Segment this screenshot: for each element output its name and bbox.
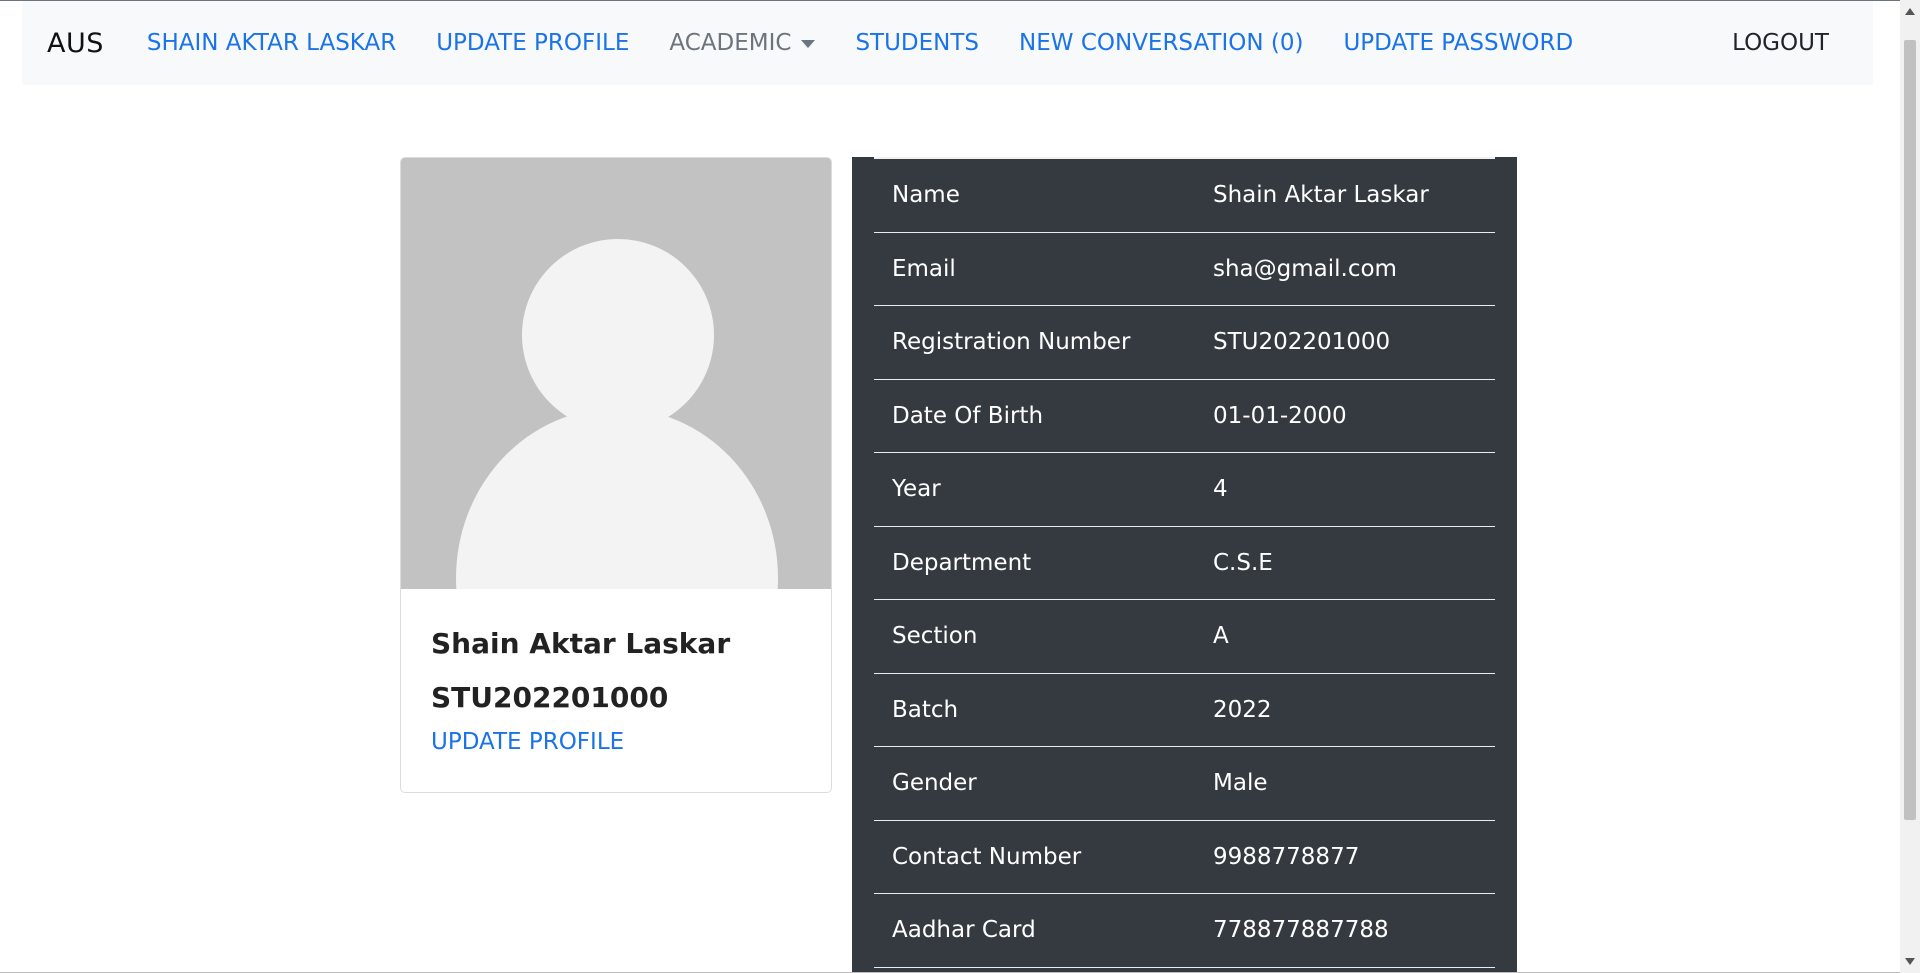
nav-link-profile-name[interactable]: SHAIN AKTAR LASKAR <box>127 30 416 56</box>
avatar-head-shape <box>522 239 714 431</box>
nav-link-new-conversation[interactable]: NEW CONVERSATION (0) <box>999 30 1323 56</box>
detail-label: Date Of Birth <box>892 402 1044 429</box>
detail-label: Registration Number <box>892 329 1131 356</box>
detail-value: 01-01-2000 <box>1213 402 1347 429</box>
detail-label: Section <box>892 623 978 650</box>
caret-down-icon <box>801 40 816 48</box>
nav-link-update-profile[interactable]: UPDATE PROFILE <box>416 30 649 56</box>
nav-dropdown-academic[interactable]: ACADEMIC <box>649 30 835 56</box>
detail-value: A <box>1213 623 1229 650</box>
brand-logo[interactable]: AUS <box>47 28 104 59</box>
table-row: Gender Male <box>874 747 1495 821</box>
detail-label: Gender <box>892 770 977 797</box>
detail-label: Department <box>892 549 1032 576</box>
detail-value: sha@gmail.com <box>1213 255 1397 282</box>
detail-value: 4 <box>1213 476 1228 503</box>
table-row: Section A <box>874 600 1495 674</box>
profile-name: Shain Aktar Laskar <box>431 627 731 660</box>
detail-label: Contact Number <box>892 843 1082 870</box>
detail-value: C.S.E <box>1213 549 1273 576</box>
detail-label: Aadhar Card <box>892 917 1036 944</box>
scroll-up-arrow-icon[interactable] <box>1905 8 1915 15</box>
detail-value: 9988778877 <box>1213 843 1360 870</box>
update-profile-link[interactable]: UPDATE PROFILE <box>431 729 624 755</box>
detail-label: Name <box>892 182 960 209</box>
detail-value: Male <box>1213 770 1268 797</box>
profile-card-body: Shain Aktar Laskar STU202201000 UPDATE P… <box>401 589 831 755</box>
detail-value: 2022 <box>1213 696 1272 723</box>
vertical-scrollbar[interactable] <box>1900 0 1920 973</box>
logout-link[interactable]: LOGOUT <box>1732 30 1829 56</box>
table-row: Name Shain Aktar Laskar <box>874 159 1495 233</box>
top-navbar: AUS SHAIN AKTAR LASKAR UPDATE PROFILE AC… <box>22 1 1873 85</box>
table-row: Date Of Birth 01-01-2000 <box>874 380 1495 453</box>
nav-link-update-password[interactable]: UPDATE PASSWORD <box>1323 30 1593 56</box>
nav-dropdown-academic-label: ACADEMIC <box>669 30 792 56</box>
table-row: Batch 2022 <box>874 674 1495 747</box>
table-row: Email sha@gmail.com <box>874 233 1495 306</box>
detail-value: 778877887788 <box>1213 917 1389 944</box>
table-row: Registration Number STU202201000 <box>874 306 1495 380</box>
detail-label: Year <box>892 476 941 503</box>
scrollbar-thumb[interactable] <box>1904 40 1916 820</box>
table-row: Year 4 <box>874 453 1495 527</box>
profile-registration-number: STU202201000 <box>431 681 669 714</box>
detail-label: Batch <box>892 696 959 723</box>
detail-label: Email <box>892 255 956 282</box>
nav-links: SHAIN AKTAR LASKAR UPDATE PROFILE ACADEM… <box>127 1 1593 85</box>
profile-card: Shain Aktar Laskar STU202201000 UPDATE P… <box>400 157 832 793</box>
table-row: Contact Number 9988778877 <box>874 821 1495 894</box>
table-row: Department C.S.E <box>874 527 1495 600</box>
scroll-down-arrow-icon[interactable] <box>1905 958 1915 965</box>
user-placeholder-icon <box>401 158 831 589</box>
avatar-body-shape <box>456 408 778 589</box>
nav-link-students[interactable]: STUDENTS <box>835 30 999 56</box>
detail-value: Shain Aktar Laskar <box>1213 182 1429 209</box>
table-row: Aadhar Card 778877887788 <box>874 894 1495 968</box>
student-details-table: Name Shain Aktar Laskar Email sha@gmail.… <box>852 157 1517 973</box>
detail-value: STU202201000 <box>1213 329 1391 356</box>
